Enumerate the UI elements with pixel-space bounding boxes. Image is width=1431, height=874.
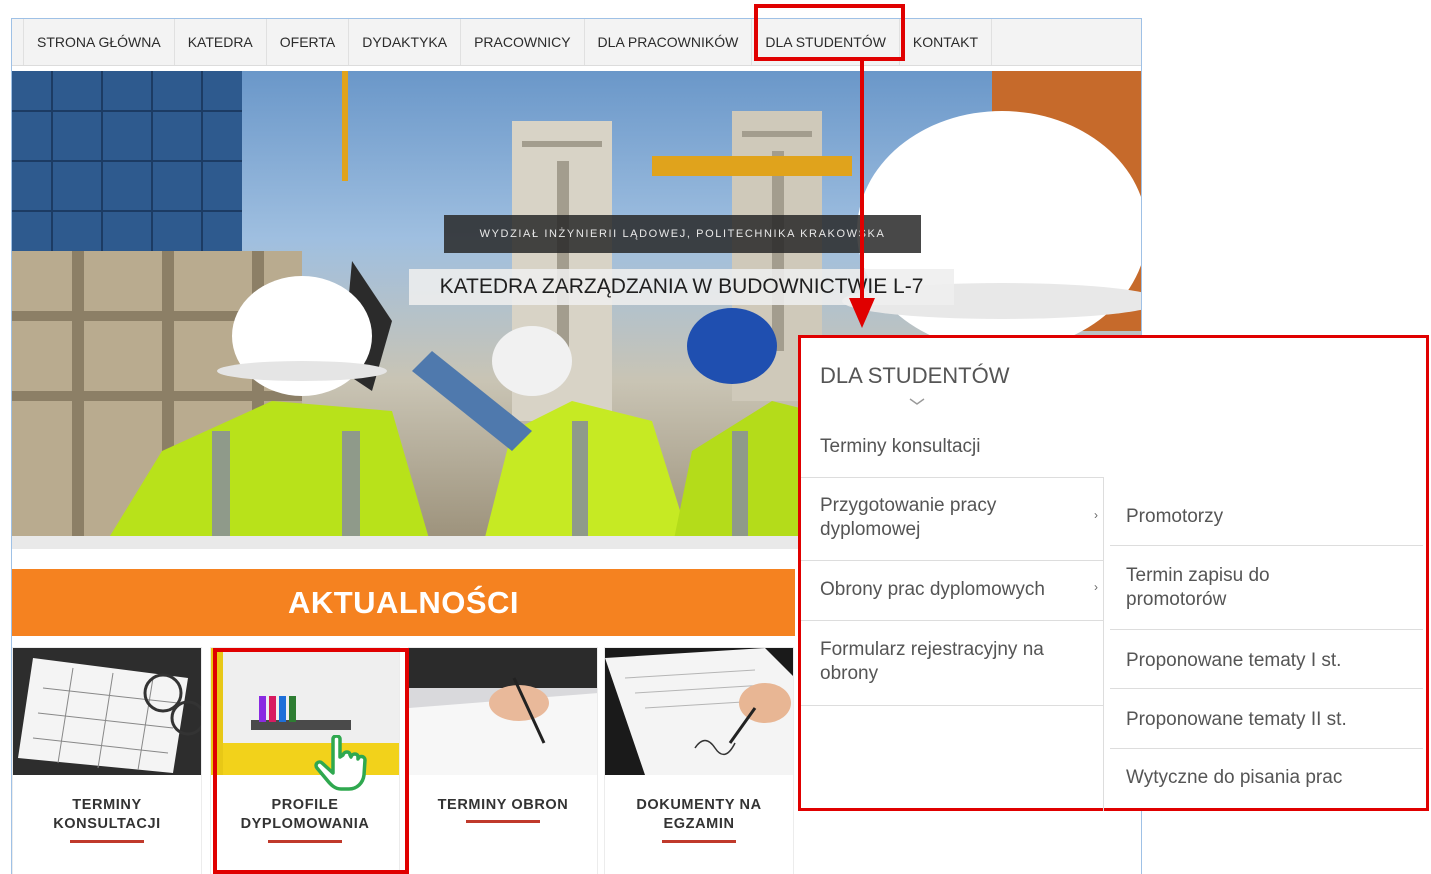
submenu-item-tematy-i-st[interactable]: Proponowane tematy I st. <box>1126 649 1341 673</box>
chevron-right-icon: › <box>1094 508 1098 522</box>
dropdown-item-formularz-rejestracyjny[interactable]: Formularz rejestracyjny na obrony <box>820 638 1044 686</box>
divider <box>1110 545 1423 546</box>
chevron-down-icon <box>909 398 925 405</box>
dropdown-item-terminy-konsultacji[interactable]: Terminy konsultacji <box>820 435 981 459</box>
divider <box>1110 748 1423 749</box>
column-divider <box>1103 477 1104 811</box>
dropdown-title: DLA STUDENTÓW <box>820 363 1010 388</box>
chevron-right-icon: › <box>1094 580 1098 594</box>
divider <box>1110 688 1423 689</box>
submenu-item-promotorzy[interactable]: Promotorzy <box>1126 505 1223 529</box>
highlight-card-profile-dyplomowania <box>213 648 409 874</box>
divider <box>801 620 1103 621</box>
dropdown-item-przygotowanie-pracy[interactable]: Przygotowanie pracy dyplomowej <box>820 494 996 542</box>
submenu-item-wytyczne[interactable]: Wytyczne do pisania prac <box>1126 766 1342 790</box>
submenu-item-termin-zapisu[interactable]: Termin zapisu do promotorów <box>1126 564 1270 612</box>
dropdown-item-obrony-prac[interactable]: Obrony prac dyplomowych <box>820 578 1045 602</box>
divider <box>801 560 1103 561</box>
hand-cursor-icon <box>314 735 367 791</box>
divider <box>801 705 1103 706</box>
dla-studentow-dropdown: DLA STUDENTÓW Terminy konsultacji Przygo… <box>798 335 1429 811</box>
divider <box>801 477 1103 478</box>
submenu-item-tematy-ii-st[interactable]: Proponowane tematy II st. <box>1126 708 1347 732</box>
divider <box>1110 629 1423 630</box>
